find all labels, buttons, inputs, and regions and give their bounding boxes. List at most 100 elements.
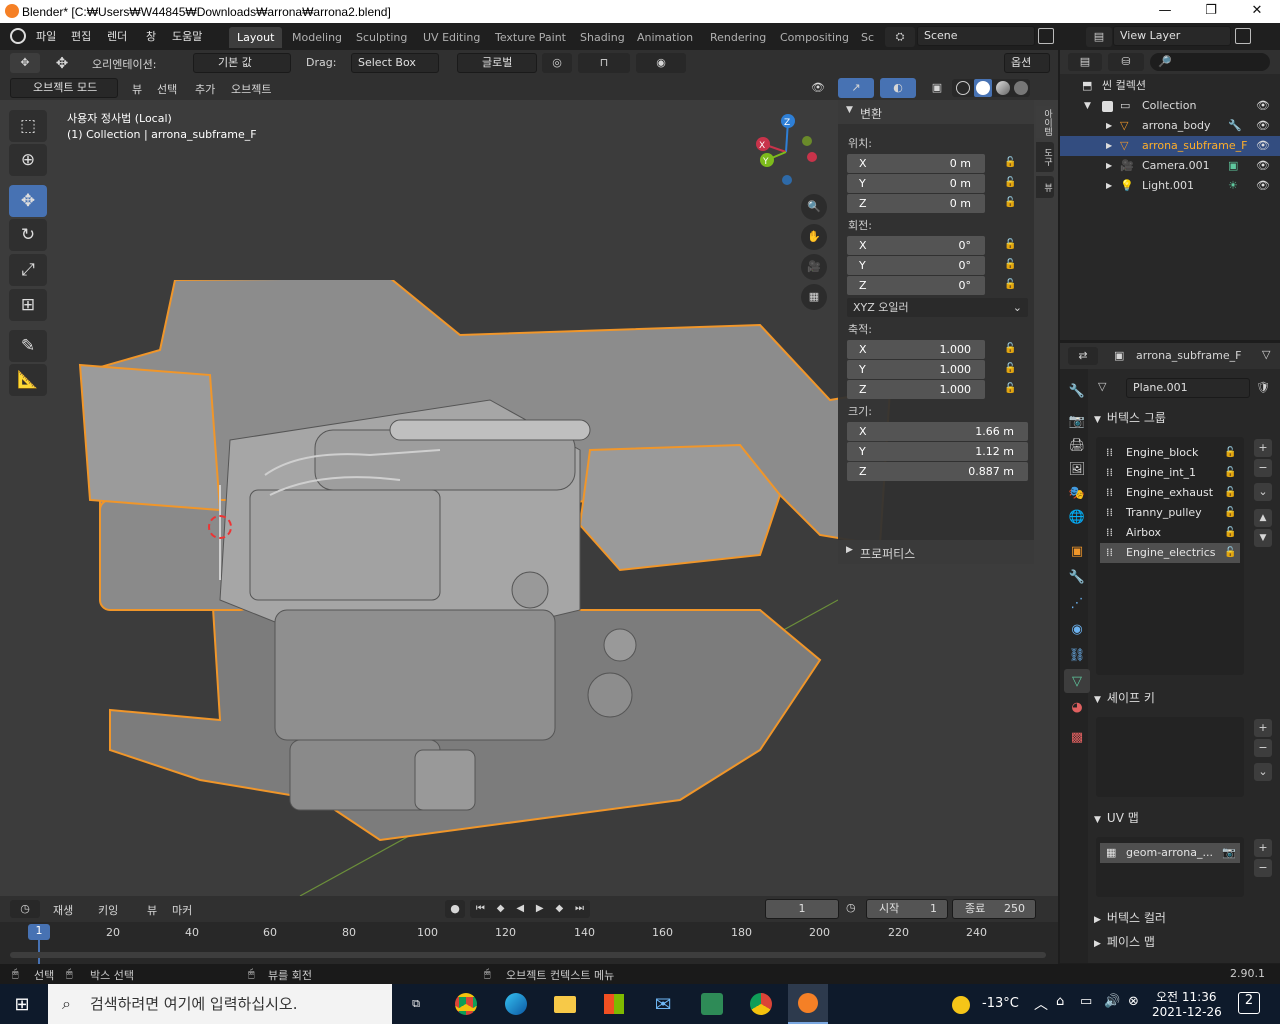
material-preview-icon[interactable] xyxy=(996,81,1010,95)
blender-menu-icon[interactable] xyxy=(10,28,26,44)
lock-icon[interactable]: 🔓 xyxy=(1224,483,1236,503)
perspective-grid-icon[interactable]: ▦ xyxy=(801,284,827,310)
add-shape-key-button[interactable]: + xyxy=(1254,719,1272,737)
view-layer-field[interactable]: View Layer xyxy=(1113,26,1231,46)
editor-type-clock-icon[interactable]: ◷ xyxy=(10,900,40,918)
outliner-row-arrona-body[interactable]: ▶ ▽ arrona_body 🔧 👁 xyxy=(1060,116,1280,136)
windows-start-icon[interactable]: ⊞ xyxy=(2,988,42,1020)
chrome-icon[interactable] xyxy=(446,988,486,1020)
menu-file[interactable]: 파일 xyxy=(36,28,56,44)
particles-tab-icon[interactable]: ⋰ xyxy=(1064,591,1090,615)
transform-tool-icon[interactable]: ✥ xyxy=(10,53,40,73)
transform-tool-button[interactable]: ⊞ xyxy=(9,289,47,321)
vertex-group-item[interactable]: ⁞⁞ Engine_int_1 🔓 xyxy=(1100,463,1240,483)
workspace-tab-modeling[interactable]: Modeling xyxy=(284,27,350,48)
playhead-frame-indicator[interactable]: 1 xyxy=(28,924,50,940)
lock-icon[interactable]: 🔓 xyxy=(1004,157,1016,169)
workspace-tab-texture-paint[interactable]: Texture Paint xyxy=(487,27,574,48)
drag-dropdown[interactable]: Select Box xyxy=(351,53,439,73)
vertex-group-item[interactable]: ⁞⁞ Airbox 🔓 xyxy=(1100,523,1240,543)
npanel-tab-tool[interactable]: 도구 xyxy=(1036,142,1054,172)
lock-icon[interactable]: 🔓 xyxy=(1004,197,1016,209)
viewport-menu-object[interactable]: 오브젝트 xyxy=(231,81,271,97)
edge-icon[interactable] xyxy=(496,988,536,1020)
mesh-name-field[interactable]: Plane.001 xyxy=(1126,378,1250,398)
record-icon[interactable]: ● xyxy=(445,900,465,918)
expand-arrow-icon[interactable]: ▶ xyxy=(1106,176,1112,196)
select-tool-button[interactable]: ⬚ xyxy=(9,110,47,142)
menu-window[interactable]: 창 xyxy=(146,28,156,44)
app-icon[interactable] xyxy=(692,988,732,1020)
visibility-icon[interactable]: 👁 xyxy=(803,78,833,98)
jump-end-icon[interactable]: ⏭ xyxy=(575,900,584,918)
weather-temperature[interactable]: -13°C xyxy=(982,996,1019,1011)
vertex-groups-panel-header[interactable]: ▼ 버텍스 그룹 xyxy=(1094,407,1278,429)
microsoft-store-icon[interactable] xyxy=(594,988,634,1020)
rotation-y-field[interactable]: Y 0° xyxy=(847,256,985,275)
scene-collection-row[interactable]: ⬒ 씬 컬렉션 xyxy=(1060,76,1280,96)
viewport-menu-view[interactable]: 뷰 xyxy=(132,81,142,97)
3d-viewport[interactable]: ✥ ✥ 오리엔테이션: 기본 값 Drag: Select Box 글로벌 ◎ … xyxy=(0,50,1058,896)
vertex-group-item[interactable]: ⁞⁞ Engine_block 🔓 xyxy=(1100,443,1240,463)
taskbar-date[interactable]: 2021-12-26 xyxy=(1152,1005,1222,1019)
move-down-button[interactable]: ▼ xyxy=(1254,529,1272,547)
engine-model[interactable] xyxy=(60,280,900,880)
timeline-menu-view[interactable]: 뷰 xyxy=(147,902,157,918)
measure-tool-button[interactable]: 📐 xyxy=(9,364,47,396)
zoom-icon[interactable]: 🔍 xyxy=(801,194,827,220)
eye-icon[interactable]: 👁 xyxy=(1256,156,1270,176)
menu-help[interactable]: 도움말 xyxy=(172,28,202,44)
material-tab-icon[interactable]: ◕ xyxy=(1064,695,1090,719)
lock-icon[interactable]: 🔓 xyxy=(1004,259,1016,271)
lock-icon[interactable]: 🔓 xyxy=(1004,363,1016,375)
lock-icon[interactable]: 🔓 xyxy=(1004,239,1016,251)
location-y-field[interactable]: Y0 m xyxy=(847,174,985,193)
lock-icon[interactable]: 🔓 xyxy=(1004,279,1016,291)
checkbox-icon[interactable] xyxy=(1102,101,1113,112)
new-scene-icon[interactable] xyxy=(1038,28,1054,44)
play-reverse-icon[interactable]: ◀ xyxy=(516,900,524,918)
modifier-tab-icon[interactable]: 🔧 xyxy=(1064,565,1090,589)
texture-tab-icon[interactable]: ▩ xyxy=(1064,725,1090,749)
navigation-gizmo[interactable]: Z X Y xyxy=(748,110,828,190)
notification-center-button[interactable]: 2 xyxy=(1238,992,1260,1014)
workspace-tab-rendering[interactable]: Rendering xyxy=(702,27,774,48)
next-keyframe-icon[interactable]: ◆ xyxy=(555,900,563,918)
outliner-row-collection[interactable]: ▼ ▭ Collection 👁 xyxy=(1060,96,1280,116)
solid-shading-icon[interactable] xyxy=(974,79,992,97)
lock-icon[interactable]: 🔓 xyxy=(1224,443,1236,463)
lock-icon[interactable]: 🔓 xyxy=(1224,543,1236,563)
file-explorer-icon[interactable] xyxy=(545,988,585,1020)
mesh-data-tab-icon[interactable]: ▽ xyxy=(1064,669,1090,693)
move-tool-button[interactable]: ✥ xyxy=(9,185,47,217)
overlay-toggle-icon[interactable]: ◐ xyxy=(880,78,916,98)
rotate-tool-button[interactable]: ↻ xyxy=(9,219,47,251)
lock-icon[interactable]: 🔓 xyxy=(1004,177,1016,189)
remove-vertex-group-button[interactable]: − xyxy=(1254,459,1272,477)
pan-hand-icon[interactable]: ✋ xyxy=(801,224,827,250)
camera-render-icon[interactable]: 📷 xyxy=(1222,843,1236,863)
move-up-button[interactable]: ▲ xyxy=(1254,509,1272,527)
transform-panel-header[interactable]: ▼ 변환 xyxy=(838,100,1034,124)
view-layer-selector-icon[interactable]: ▤ xyxy=(1086,27,1112,47)
lock-icon[interactable]: 🔓 xyxy=(1224,503,1236,523)
outliner-row-light[interactable]: ▶ 💡 Light.001 ☀ 👁 xyxy=(1060,176,1280,196)
physics-tab-icon[interactable]: ◉ xyxy=(1064,617,1090,641)
play-icon[interactable]: ▶ xyxy=(536,900,544,918)
vertex-group-item[interactable]: ⁞⁞ Engine_exhaust 🔓 xyxy=(1100,483,1240,503)
scale-y-field[interactable]: Y 1.000 xyxy=(847,360,985,379)
dimensions-z-field[interactable]: Z 0.887 m xyxy=(847,462,1028,481)
taskbar-search-box[interactable]: ⌕ 검색하려면 여기에 입력하십시오. xyxy=(48,984,392,1024)
add-vertex-group-button[interactable]: + xyxy=(1254,439,1272,457)
editor-type-icon[interactable]: ⇄ xyxy=(1068,347,1098,365)
mute-icon[interactable]: ⊗ xyxy=(1128,994,1139,1009)
menu-edit[interactable]: 편집 xyxy=(71,28,91,44)
lock-icon[interactable]: 🔓 xyxy=(1004,383,1016,395)
expand-arrow-icon[interactable]: ▶ xyxy=(1106,136,1112,156)
chrome-icon[interactable] xyxy=(741,988,781,1020)
rendered-shading-icon[interactable] xyxy=(1014,81,1028,95)
transform-orientation-dropdown[interactable]: 글로벌 xyxy=(457,53,537,73)
close-button[interactable]: ✕ xyxy=(1234,0,1280,23)
dimensions-y-field[interactable]: Y 1.12 m xyxy=(847,442,1028,461)
display-mode-icon[interactable]: ⛁ xyxy=(1108,53,1144,71)
